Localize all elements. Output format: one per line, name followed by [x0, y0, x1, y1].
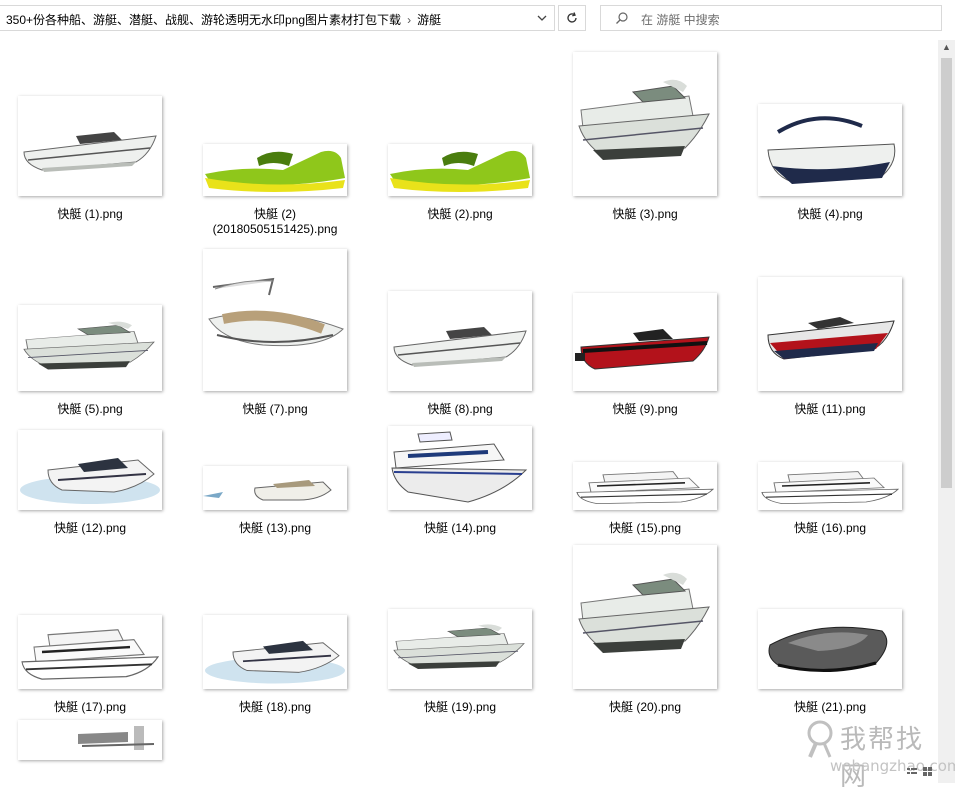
breadcrumb-current[interactable]: 游艇	[417, 13, 441, 27]
address-bar[interactable]: 350+份各种船、游艇、潜艇、战舰、游轮透明无水印png图片素材打包下载 › 游艇	[0, 5, 555, 31]
file-name[interactable]: 快艇 (5).png	[10, 402, 170, 417]
file-name[interactable]: 快艇 (7).png	[195, 402, 355, 417]
file-grid: 快艇 (1).png 快艇 (2)(20180505151425).png 快艇 (…	[0, 40, 938, 783]
search-input[interactable]: 在 游艇 中搜索	[641, 11, 720, 28]
file-thumbnail[interactable]	[203, 466, 347, 510]
refresh-icon	[567, 12, 577, 23]
file-name[interactable]: 快艇 (4).png	[750, 207, 910, 222]
file-thumbnail[interactable]	[758, 462, 902, 510]
file-name[interactable]: 快艇 (2)(20180505151425).png	[195, 207, 355, 237]
view-mode-icons[interactable]	[905, 766, 935, 780]
file-thumbnail[interactable]	[573, 545, 717, 689]
magnifier-logo-icon	[807, 720, 833, 758]
search-box[interactable]: 在 游艇 中搜索	[600, 5, 942, 31]
scrollbar-thumb[interactable]	[941, 58, 952, 488]
file-name[interactable]: 快艇 (11).png	[750, 402, 910, 417]
file-name[interactable]: 快艇 (13).png	[195, 521, 355, 536]
file-thumbnail[interactable]	[573, 293, 717, 391]
file-thumbnail[interactable]	[18, 720, 162, 760]
file-thumbnail[interactable]	[388, 144, 532, 196]
breadcrumb-separator: ›	[407, 13, 412, 27]
file-name[interactable]: 快艇 (15).png	[565, 521, 725, 536]
breadcrumb-parent[interactable]: 350+份各种船、游艇、潜艇、战舰、游轮透明无水印png图片素材打包下载	[6, 13, 401, 27]
watermark-url: wobangzhao.com	[830, 757, 955, 775]
file-thumbnail[interactable]	[758, 104, 902, 196]
scroll-up-arrow-icon[interactable]: ▲	[938, 42, 955, 56]
file-thumbnail[interactable]	[388, 609, 532, 689]
file-thumbnail[interactable]	[18, 430, 162, 510]
file-name[interactable]: 快艇 (1).png	[10, 207, 170, 222]
file-name[interactable]: 快艇 (16).png	[750, 521, 910, 536]
vertical-scrollbar[interactable]: ▲	[938, 40, 955, 783]
search-icon	[616, 12, 628, 24]
file-name[interactable]: 快艇 (9).png	[565, 402, 725, 417]
watermark-title: 我帮找网	[840, 725, 925, 792]
refresh-button[interactable]	[558, 5, 586, 31]
file-thumbnail[interactable]	[18, 615, 162, 689]
file-thumbnail[interactable]	[18, 305, 162, 391]
file-thumbnail[interactable]	[573, 52, 717, 196]
file-name[interactable]: 快艇 (17).png	[10, 700, 170, 715]
file-name[interactable]: 快艇 (14).png	[380, 521, 540, 536]
file-name[interactable]: 快艇 (8).png	[380, 402, 540, 417]
file-thumbnail[interactable]	[203, 615, 347, 689]
file-thumbnail[interactable]	[388, 291, 532, 391]
file-thumbnail[interactable]	[18, 96, 162, 196]
breadcrumb: 350+份各种船、游艇、潜艇、战舰、游轮透明无水印png图片素材打包下载 › 游艇	[6, 11, 441, 28]
chevron-down-icon[interactable]	[536, 11, 548, 25]
file-name[interactable]: 快艇 (19).png	[380, 700, 540, 715]
file-name[interactable]: 快艇 (18).png	[195, 700, 355, 715]
file-thumbnail[interactable]	[203, 144, 347, 196]
file-thumbnail[interactable]	[758, 609, 902, 689]
file-name[interactable]: 快艇 (2).png	[380, 207, 540, 222]
explorer-toolbar: 350+份各种船、游艇、潜艇、战舰、游轮透明无水印png图片素材打包下载 › 游艇 …	[0, 0, 955, 40]
file-name[interactable]: 快艇 (20).png	[565, 700, 725, 715]
file-thumbnail[interactable]	[203, 249, 347, 391]
file-name[interactable]: 快艇 (12).png	[10, 521, 170, 536]
file-thumbnail[interactable]	[573, 462, 717, 510]
file-name[interactable]: 快艇 (21).png	[750, 700, 910, 715]
file-name[interactable]: 快艇 (3).png	[565, 207, 725, 222]
file-thumbnail[interactable]	[758, 277, 902, 391]
file-thumbnail[interactable]	[388, 426, 532, 510]
